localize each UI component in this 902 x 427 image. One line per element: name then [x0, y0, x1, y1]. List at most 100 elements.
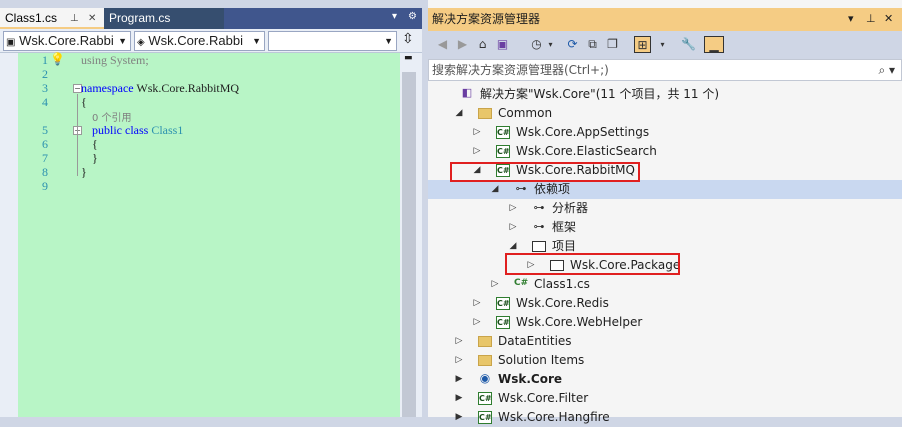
solution-search-box[interactable]: 搜索解决方案资源管理器(Ctrl+;) ⌕ ▾	[428, 59, 902, 81]
scrollbar-thumb[interactable]	[402, 72, 416, 417]
switch-views-icon[interactable]: ▣	[494, 36, 511, 53]
tree-item-label: Wsk.Core.WebHelper	[516, 315, 643, 329]
tree-item[interactable]: ▷ ⊶ 分析器	[428, 199, 902, 218]
tree-item[interactable]: ▷ C# Wsk.Core.Redis	[428, 294, 902, 313]
chevron-down-icon[interactable]: ▾	[542, 36, 559, 53]
tab-label: Class1.cs	[5, 11, 58, 25]
close-icon[interactable]: ✕	[884, 8, 893, 31]
collapse-arrow-icon[interactable]: ◢	[490, 180, 500, 199]
close-icon[interactable]: ✕	[88, 8, 96, 29]
tree-item[interactable]: ◢ ⊶ 依赖项	[428, 180, 902, 199]
line-number: 8	[42, 165, 48, 179]
folder-icon	[478, 355, 492, 366]
tree-item[interactable]: ▷ C# Wsk.Core.AppSettings	[428, 123, 902, 142]
code-line: }	[81, 165, 87, 179]
split-window-icon[interactable]: ⇳	[402, 31, 414, 47]
lightbulb-icon[interactable]: 💡	[50, 52, 65, 66]
code-line: public class Class1	[92, 123, 183, 138]
expand-arrow-icon[interactable]: ▶	[454, 408, 464, 427]
expand-arrow-icon[interactable]: ▷	[508, 218, 518, 237]
tree-item[interactable]: ▷ Solution Items	[428, 351, 902, 370]
folder-icon	[478, 336, 492, 347]
code-line: namespace Wsk.Core.RabbitMQ	[81, 81, 239, 96]
highlight-box	[505, 253, 680, 275]
tab-class1-cs[interactable]: Class1.cs ⊥ ✕	[0, 8, 104, 29]
tab-list-icon[interactable]: ▾	[392, 11, 397, 22]
csharp-file-icon: C#	[514, 278, 529, 288]
line-number: 7	[42, 151, 48, 165]
dependencies-icon: ⊶	[533, 201, 545, 214]
chevron-down-icon[interactable]: ▾	[654, 36, 671, 53]
show-all-files-icon[interactable]: ⊞	[634, 36, 651, 53]
class-combo-value: Wsk.Core.Rabbi	[148, 33, 243, 48]
expand-arrow-icon[interactable]: ▷	[454, 332, 464, 351]
panel-title: 解决方案资源管理器	[432, 12, 541, 26]
code-editor-pane: Class1.cs ⊥ ✕ Program.cs ▾ ⚙ ▣ Wsk.Core.…	[0, 0, 422, 417]
tree-item-label: 解决方案"Wsk.Core"(11 个项目，共 11 个)	[480, 87, 720, 101]
expand-arrow-icon[interactable]: ▷	[472, 142, 482, 161]
line-number: 1	[42, 53, 48, 67]
editor-gutter	[0, 53, 18, 417]
preview-icon[interactable]: ▁	[704, 36, 724, 53]
tree-item-label: 框架	[552, 220, 577, 234]
back-icon[interactable]: ◀	[434, 36, 451, 53]
tab-program-cs[interactable]: Program.cs	[104, 8, 224, 29]
tab-label: Program.cs	[109, 11, 171, 25]
expand-arrow-icon[interactable]: ▷	[472, 123, 482, 142]
tree-item[interactable]: ▷ C# Class1.cs	[428, 275, 902, 294]
gear-icon[interactable]: ⚙	[408, 11, 417, 22]
collapse-arrow-icon[interactable]: ◢	[454, 104, 464, 123]
expand-arrow-icon[interactable]: ▶	[454, 370, 464, 389]
expand-arrow-icon[interactable]: ▶	[454, 389, 464, 408]
home-icon[interactable]: ⌂	[474, 36, 491, 53]
sync-icon[interactable]: ⟳	[564, 36, 581, 53]
csharp-project-icon: C#	[496, 316, 510, 329]
tree-item[interactable]: ▶ C# Wsk.Core.Filter	[428, 389, 902, 408]
expand-arrow-icon[interactable]: ▷	[472, 313, 482, 332]
line-number: 2	[42, 67, 48, 81]
tree-item[interactable]: ▶ ◉ Wsk.Core	[428, 370, 902, 389]
web-project-icon: ◉	[479, 371, 491, 385]
tree-item[interactable]: ▷ C# Wsk.Core.ElasticSearch	[428, 142, 902, 161]
copy-icon[interactable]: ❐	[604, 36, 621, 53]
document-tabs: Class1.cs ⊥ ✕ Program.cs ▾ ⚙	[0, 8, 422, 29]
scroll-up-icon[interactable]: ▬	[404, 53, 413, 63]
tree-item[interactable]: ▶ C# Wsk.Core.Hangfire	[428, 408, 902, 427]
csharp-project-icon: C#	[496, 145, 510, 158]
code-area[interactable]	[18, 53, 400, 417]
solution-explorer-toolbar: ◀ ▶ ⌂ ▣ ◷ ▾ ⟳ ⧉ ❐ ⊞ ▾ 🔧 ▁	[428, 31, 902, 59]
member-combo[interactable]: ▼	[268, 31, 397, 51]
class-name: Class1	[148, 123, 184, 137]
pin-icon[interactable]: ⊥	[70, 8, 79, 29]
project-icon: ▣	[6, 37, 16, 48]
tree-item[interactable]: ◧ 解决方案"Wsk.Core"(11 个项目，共 11 个)	[428, 85, 902, 104]
class-combo[interactable]: ◈ Wsk.Core.Rabbi ▼	[134, 31, 265, 51]
tree-item[interactable]: ▷ ⊶ 框架	[428, 218, 902, 237]
pin-icon[interactable]: ⊥	[866, 8, 876, 31]
tree-item-label: Class1.cs	[534, 277, 590, 291]
tree-item-label: Wsk.Core.Filter	[498, 391, 589, 405]
tree-item[interactable]: ▷ DataEntities	[428, 332, 902, 351]
solution-icon: ◧	[461, 86, 473, 99]
expand-arrow-icon[interactable]: ▷	[454, 351, 464, 370]
tree-item-label: Wsk.Core.Hangfire	[498, 410, 610, 424]
expand-arrow-icon[interactable]: ▷	[490, 275, 500, 294]
forward-icon[interactable]: ▶	[454, 36, 471, 53]
wrench-icon[interactable]: 🔧	[680, 36, 697, 53]
tree-item[interactable]: ▷ C# Wsk.Core.WebHelper	[428, 313, 902, 332]
reference-count[interactable]: 0 个引用	[92, 109, 132, 124]
search-icon[interactable]: ⌕ ▾	[878, 60, 895, 80]
expand-arrow-icon[interactable]: ▷	[472, 294, 482, 313]
window-menu-icon[interactable]: ▾	[848, 8, 854, 31]
class-icon: ◈	[137, 37, 145, 48]
line-number: 5	[42, 123, 48, 137]
tree-item[interactable]: ◢ Common	[428, 104, 902, 123]
line-number: 9	[42, 179, 48, 193]
collapse-all-icon[interactable]: ⧉	[584, 36, 601, 53]
tree-item-label: Solution Items	[498, 353, 585, 367]
line-number: 4	[42, 95, 48, 109]
csharp-project-icon: C#	[496, 297, 510, 310]
project-combo[interactable]: ▣ Wsk.Core.Rabbi ▼	[3, 31, 131, 51]
expand-arrow-icon[interactable]: ▷	[508, 199, 518, 218]
solution-explorer-title-bar: 解决方案资源管理器 ▾ ⊥ ✕	[428, 8, 902, 31]
